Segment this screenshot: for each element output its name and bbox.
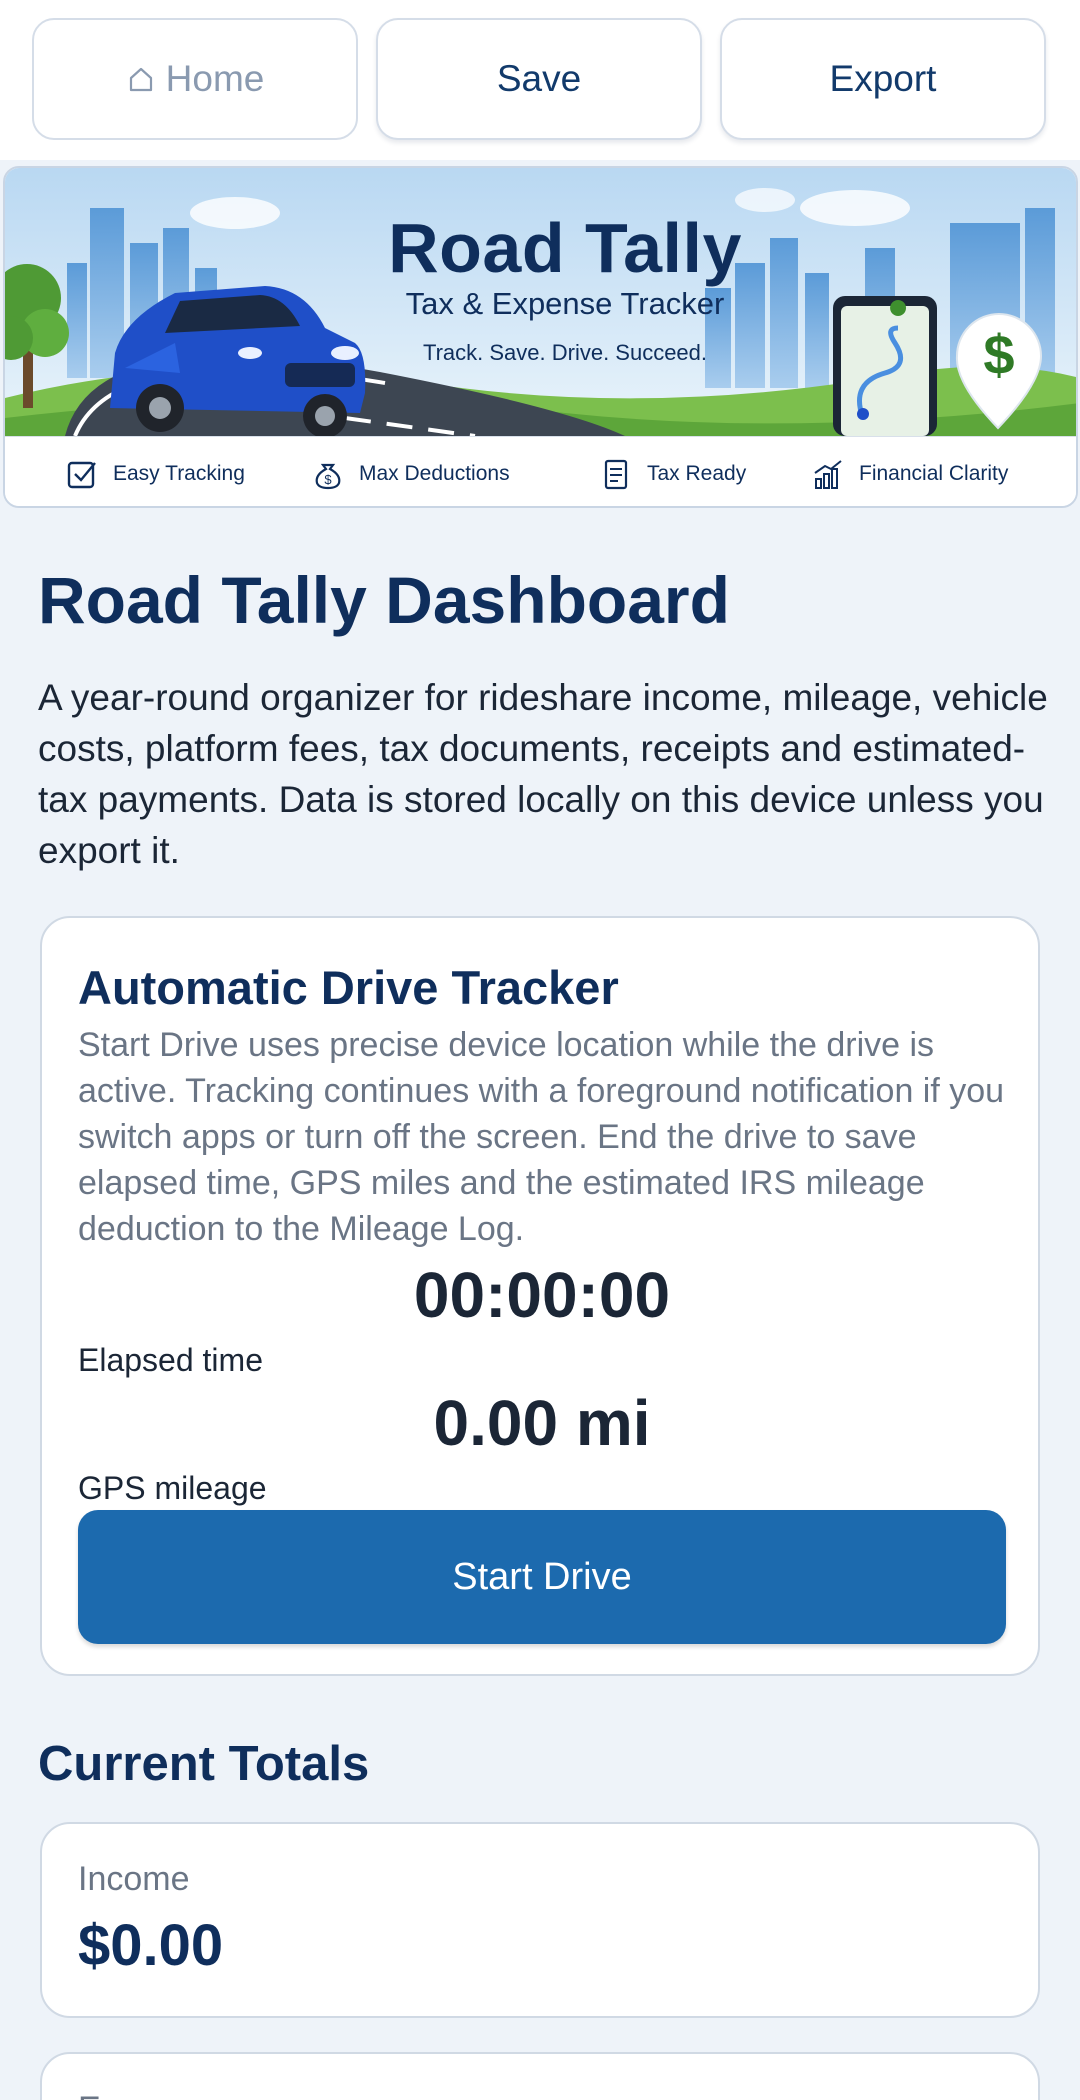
gps-mileage-value: 0.00 mi <box>433 1387 651 1459</box>
elapsed-time-value: 00:00:00 <box>413 1259 671 1331</box>
growth-chart-icon <box>814 460 842 489</box>
feature-tax-ready: Tax Ready <box>599 437 747 506</box>
expense-total-card: E <box>40 2052 1040 2100</box>
elapsed-time-label: Elapsed time <box>78 1342 263 1378</box>
income-total-card: Income $0.00 <box>40 1822 1040 2018</box>
banner-subtitle: Tax & Expense Tracker <box>405 286 725 321</box>
total-value: $0.00 <box>78 1913 224 1978</box>
feature-label: Financial Clarity <box>859 462 1009 485</box>
save-button[interactable]: Save <box>376 18 702 140</box>
home-button[interactable]: Home <box>32 18 358 140</box>
current-totals-title: Current Totals <box>38 1737 370 1791</box>
tracker-title: Automatic Drive Tracker <box>78 961 619 1014</box>
total-label: Income <box>78 1860 190 1898</box>
start-drive-button[interactable]: Start Drive <box>78 1510 1006 1644</box>
feature-strip: Easy Tracking $ Max Deductions Tax Ready <box>5 436 1076 506</box>
drive-tracker-card: Automatic Drive Tracker Start Drive uses… <box>40 916 1040 1676</box>
phone-map-illustration <box>833 296 937 436</box>
home-label: Home <box>165 58 265 99</box>
feature-label: Max Deductions <box>359 462 510 485</box>
tracker-description: Start Drive uses precise device location… <box>78 1026 1005 1248</box>
banner-tagline: Track. Save. Drive. Succeed. <box>422 340 708 365</box>
page-title: Road Tally Dashboard <box>38 563 730 637</box>
feature-financial-clarity: Financial Clarity <box>811 437 1009 506</box>
export-button[interactable]: Export <box>720 18 1046 140</box>
dollar-symbol: $ <box>983 323 1014 386</box>
document-icon <box>604 459 628 490</box>
feature-label: Tax Ready <box>647 462 747 485</box>
feature-max-deductions: $ Max Deductions <box>311 437 510 506</box>
svg-text:$: $ <box>324 472 332 487</box>
intro-text: A year-round organizer for rideshare inc… <box>38 677 1048 871</box>
gps-mileage-label: GPS mileage <box>78 1470 267 1506</box>
feature-label: Easy Tracking <box>113 462 245 485</box>
banner-title: Road Tally <box>388 209 742 287</box>
money-bag-icon: $ <box>315 463 341 490</box>
total-label: E <box>78 2090 101 2100</box>
save-label: Save <box>496 58 582 99</box>
checkbox-icon <box>67 461 96 489</box>
top-nav: Home Save Export <box>0 0 1080 160</box>
start-drive-label: Start Drive <box>452 1555 632 1598</box>
feature-easy-tracking: Easy Tracking <box>65 437 245 506</box>
home-icon <box>129 67 152 92</box>
hero-banner: $ Road Tally Tax & Expense Tracker Track… <box>3 166 1078 508</box>
export-label: Export <box>829 58 937 99</box>
